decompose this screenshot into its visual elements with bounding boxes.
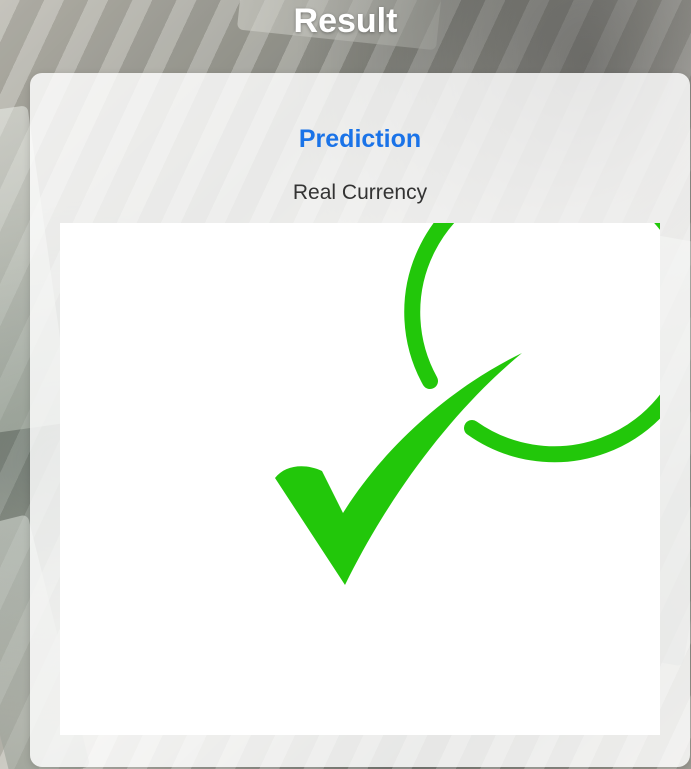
check-circle-icon (275, 223, 660, 585)
result-card: Prediction Real Currency (30, 73, 690, 767)
prediction-label: Prediction (298, 125, 422, 153)
checkmark-shape (275, 353, 522, 585)
result-image (60, 223, 660, 735)
prediction-value: Real Currency (292, 181, 428, 204)
page-title: Result (293, 2, 398, 40)
